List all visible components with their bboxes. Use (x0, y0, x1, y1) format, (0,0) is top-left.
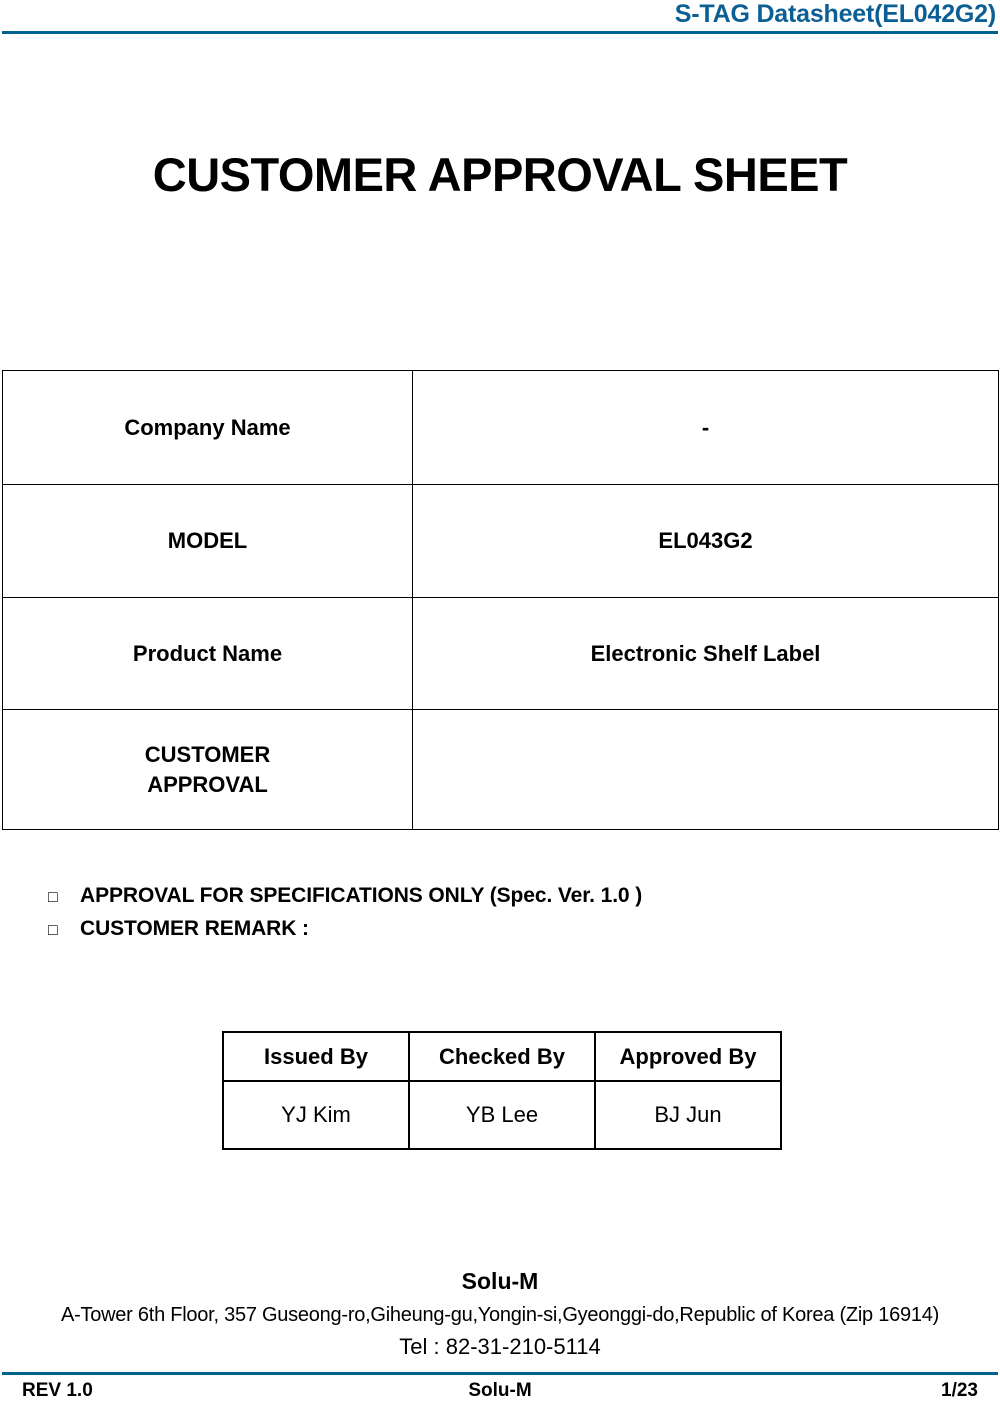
note-text-approval-spec: APPROVAL FOR SPECIFICATIONS ONLY (Spec. … (80, 884, 643, 907)
signature-value-approved-by: BJ Jun (594, 1080, 782, 1150)
info-label-customer-approval-line2: APPROVAL (147, 771, 268, 797)
info-label-product-name: Product Name (2, 597, 413, 710)
notes-list: □ APPROVAL FOR SPECIFICATIONS ONLY (Spec… (48, 884, 948, 950)
info-label-model: MODEL (2, 484, 413, 598)
info-value-product-name: Electronic Shelf Label (412, 597, 999, 710)
note-text-customer-remark: CUSTOMER REMARK : (80, 917, 309, 940)
table-row: CUSTOMER APPROVAL (2, 709, 999, 830)
footer-page-number: 1/23 (941, 1380, 978, 1401)
square-bullet-icon: □ (48, 889, 58, 906)
info-label-customer-approval: CUSTOMER APPROVAL (2, 709, 413, 830)
table-row: Product Name Electronic Shelf Label (2, 597, 999, 710)
footer-company-name: Solu-M (468, 1380, 532, 1401)
company-telephone: Tel : 82-31-210-5114 (399, 1334, 601, 1359)
footer-row: REV 1.0 Solu-M 1/23 (0, 1380, 1000, 1410)
page-header: S-TAG Datasheet(EL042G2) (0, 0, 1000, 36)
header-title: S-TAG Datasheet(EL042G2) (674, 0, 996, 28)
page-footer: REV 1.0 Solu-M 1/23 (0, 1370, 1000, 1411)
info-value-model: EL043G2 (412, 484, 999, 598)
square-bullet-icon: □ (48, 922, 58, 939)
signature-header-checked-by: Checked By (408, 1031, 596, 1082)
signature-value-issued-by: YJ Kim (222, 1080, 410, 1150)
list-item: □ APPROVAL FOR SPECIFICATIONS ONLY (Spec… (48, 884, 948, 908)
info-label-company-name: Company Name (2, 370, 413, 485)
info-value-company-name: - (412, 370, 999, 485)
info-label-customer-approval-line1: CUSTOMER (144, 742, 271, 768)
table-header-row: Issued By Checked By Approved By (222, 1031, 782, 1082)
signature-table: Issued By Checked By Approved By YJ Kim … (222, 1031, 782, 1150)
signature-value-checked-by: YB Lee (408, 1080, 596, 1150)
company-address: A-Tower 6th Floor, 357 Guseong-ro,Giheun… (60, 1304, 939, 1326)
header-divider (2, 31, 998, 34)
table-row: YJ Kim YB Lee BJ Jun (222, 1080, 782, 1150)
company-name: Solu-M (461, 1268, 539, 1294)
footer-divider (2, 1372, 998, 1375)
signature-header-approved-by: Approved By (594, 1031, 782, 1082)
table-row: MODEL EL043G2 (2, 484, 999, 598)
table-row: Company Name - (2, 370, 999, 485)
info-value-customer-approval (412, 709, 999, 830)
list-item: □ CUSTOMER REMARK : (48, 917, 948, 941)
approval-info-table: Company Name - MODEL EL043G2 Product Nam… (2, 370, 999, 830)
signature-header-issued-by: Issued By (222, 1031, 410, 1082)
page-title: CUSTOMER APPROVAL SHEET (152, 148, 848, 201)
company-info-block: Solu-M A-Tower 6th Floor, 357 Guseong-ro… (0, 1268, 1000, 1360)
